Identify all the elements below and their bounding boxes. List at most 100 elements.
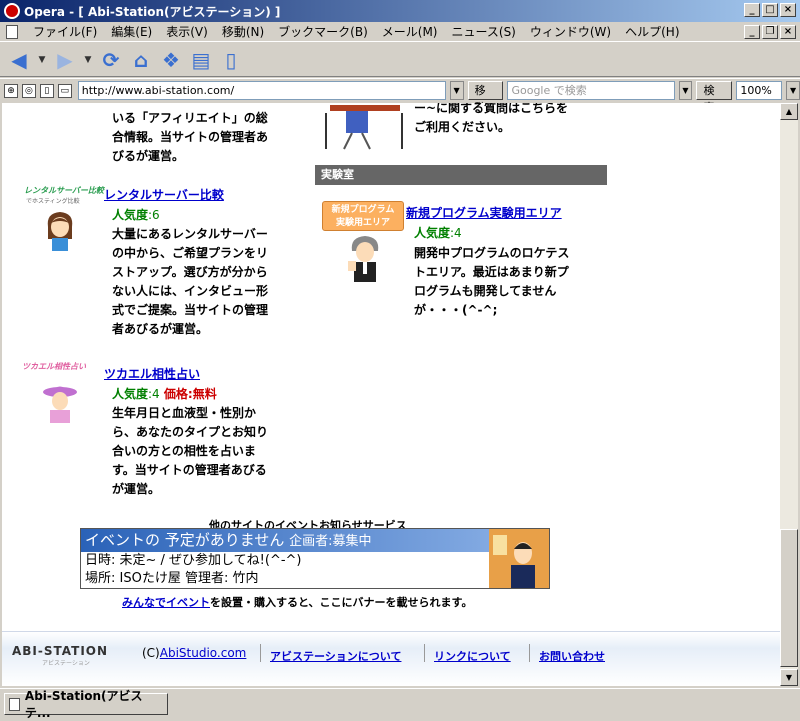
text-line: ー~に関する質問はこちらを bbox=[414, 103, 569, 115]
text-line: 合情報。当サイトの管理者あ bbox=[112, 130, 269, 144]
price-label: 価格 bbox=[163, 387, 188, 401]
abistudio-link[interactable]: AbiStudio.com bbox=[160, 646, 247, 660]
tag-line: 新規プログラム bbox=[331, 205, 395, 215]
url-input[interactable]: http://www.abi-station.com/ bbox=[77, 81, 446, 100]
support-illustration-icon bbox=[325, 105, 403, 150]
vertical-scrollbar[interactable]: ▲ ▼ bbox=[780, 103, 798, 686]
text-line: す。当サイトの管理者あびる bbox=[112, 463, 267, 477]
copy-icon[interactable]: ▭ bbox=[57, 83, 72, 98]
text-line: いる「アフィリエイト」の総 bbox=[112, 111, 268, 125]
zoom-dropdown-icon[interactable]: ▼ bbox=[786, 81, 800, 100]
page-viewport: いる「アフィリエイト」の総 合情報。当サイトの管理者あ びるが運営。 レンタルサ… bbox=[2, 103, 780, 686]
affiliate-desc: いる「アフィリエイト」の総 合情報。当サイトの管理者あ びるが運営。 bbox=[112, 109, 268, 166]
text-line: が運営。 bbox=[112, 482, 161, 496]
lab-tag-image[interactable]: 新規プログラム 実験用エリア bbox=[322, 201, 404, 231]
tsukaeru-popularity: 人気度:4 価格:無料 bbox=[112, 385, 217, 402]
scroll-down-icon[interactable]: ▼ bbox=[780, 669, 798, 686]
menu-file[interactable]: ファイル(F) bbox=[26, 23, 104, 40]
popularity-value: :4 bbox=[450, 226, 462, 240]
reload-icon[interactable]: ⟳ bbox=[98, 47, 124, 73]
text-line: 生年月日と血液型・性別か bbox=[112, 406, 257, 420]
menu-bookmarks[interactable]: ブックマーク(B) bbox=[271, 23, 375, 40]
footer-divider bbox=[529, 644, 530, 662]
back-icon[interactable]: ◀ bbox=[6, 47, 32, 73]
text-line: 式でご提案。当サイトの管理 bbox=[112, 303, 269, 317]
text-line: 大量にあるレンタルサーバー bbox=[112, 227, 268, 241]
document-icon[interactable]: ▯ bbox=[39, 83, 54, 98]
menu-news[interactable]: ニュース(S) bbox=[444, 23, 522, 40]
banner-head-sub: 企画者:募集中 bbox=[289, 534, 372, 549]
menu-edit[interactable]: 編集(E) bbox=[104, 23, 159, 40]
lab-desc: 開発中プログラムのロケテス トエリア。最近はあまり新プ ログラムも開発してません… bbox=[414, 244, 569, 320]
footer-link-contact[interactable]: お問い合わせ bbox=[539, 648, 605, 664]
popularity-value: :4 bbox=[148, 387, 160, 401]
text-line: が・・・(^-^; bbox=[414, 303, 498, 317]
support-desc: ー~に関する質問はこちらを ご利用ください。 bbox=[414, 103, 568, 137]
rental-logo[interactable]: レンタルサーバー比較 bbox=[24, 185, 104, 196]
text-line: ストアップ。選び方が分から bbox=[112, 265, 268, 279]
banner-note: みんなでイベントを設置・購入すると、ここにバナーを載せられます。 bbox=[122, 594, 472, 610]
text-line: びるが運営。 bbox=[112, 149, 185, 163]
tag-line: 実験用エリア bbox=[335, 218, 390, 228]
security-icon[interactable]: ⊕ bbox=[4, 83, 18, 98]
banner-note-text: を設置・購入すると、ここにバナーを載せられます。 bbox=[210, 596, 473, 609]
menu-view[interactable]: 表示(V) bbox=[159, 23, 215, 40]
footer-divider bbox=[424, 644, 425, 662]
text-line: ら、あなたのタイプとお知り bbox=[112, 425, 269, 439]
event-banner[interactable]: イベントの 予定がありません 企画者:募集中 日時: 未定~ / ぜひ参加してね… bbox=[80, 528, 550, 589]
page-tab[interactable]: Abi-Station(アビステ... bbox=[4, 689, 168, 720]
menu-mail[interactable]: メール(M) bbox=[375, 23, 445, 40]
opera-logo-icon bbox=[4, 3, 20, 19]
forward-icon[interactable]: ▶ bbox=[52, 47, 78, 73]
text-line: トエリア。最近はあまり新プ bbox=[414, 265, 569, 279]
footer-link-links[interactable]: リンクについて bbox=[434, 648, 511, 664]
scroll-up-icon[interactable]: ▲ bbox=[780, 103, 798, 120]
lab-link[interactable]: 新規プログラム実験用エリア bbox=[406, 204, 562, 221]
close-button[interactable]: × bbox=[780, 3, 796, 17]
scroll-thumb[interactable] bbox=[780, 529, 798, 667]
rental-link[interactable]: レンタルサーバー比較 bbox=[104, 186, 224, 203]
text-line: の中から、ご希望プランをリ bbox=[112, 246, 269, 260]
text-line: ない人には、インタビュー形 bbox=[112, 284, 269, 298]
lab-popularity: 人気度:4 bbox=[414, 224, 462, 241]
menu-window[interactable]: ウィンドウ(W) bbox=[523, 23, 618, 40]
back-history-icon[interactable]: ▼ bbox=[36, 47, 48, 73]
footer-logo[interactable]: ABI-STATION bbox=[12, 644, 108, 658]
banner-head: イベントの 予定がありません 企画者:募集中 bbox=[81, 529, 549, 552]
print-icon[interactable]: ▤ bbox=[188, 47, 214, 73]
tsukaeru-link[interactable]: ツカエル相性占い bbox=[104, 365, 200, 382]
search-button[interactable]: 検索 bbox=[696, 81, 733, 114]
minimize-button[interactable]: _ bbox=[744, 3, 760, 17]
url-dropdown-icon[interactable]: ▼ bbox=[449, 81, 464, 100]
page-doc-icon[interactable]: ▯ bbox=[218, 47, 244, 73]
text-line: 合いの方との相性を占いま bbox=[112, 444, 256, 458]
info-icon[interactable]: ◎ bbox=[21, 83, 36, 98]
menu-help[interactable]: ヘルプ(H) bbox=[618, 23, 686, 40]
footer-link-about[interactable]: アビステーションについて bbox=[270, 648, 401, 664]
copyright-prefix: (C) bbox=[142, 646, 160, 660]
menu-bar: ファイル(F) 編集(E) 表示(V) 移動(N) ブックマーク(B) メール(… bbox=[0, 22, 800, 42]
go-button[interactable]: 移動 bbox=[467, 81, 504, 114]
maximize-button[interactable]: □ bbox=[762, 3, 778, 17]
home-icon[interactable]: ⌂ bbox=[128, 47, 154, 73]
address-bar: ⊕ ◎ ▯ ▭ http://www.abi-station.com/ ▼ 移動… bbox=[0, 78, 800, 114]
banner-date-line: 日時: 未定~ / ぜひ参加してね!(^-^) bbox=[85, 553, 302, 568]
search-input[interactable]: Google で検索 bbox=[507, 81, 675, 100]
search-dropdown-icon[interactable]: ▼ bbox=[678, 81, 693, 100]
text-line: ご利用ください。 bbox=[414, 120, 511, 134]
doc-close-button[interactable]: × bbox=[780, 25, 796, 39]
page-icon bbox=[6, 24, 18, 39]
tab-bar: Abi-Station(アビステ... bbox=[0, 688, 800, 720]
menu-navigate[interactable]: 移動(N) bbox=[215, 23, 271, 40]
rental-avatar-icon bbox=[47, 212, 73, 251]
tsukaeru-logo[interactable]: ツカエル相性占い bbox=[22, 361, 86, 372]
doc-minimize-button[interactable]: _ bbox=[744, 25, 760, 39]
text-line: 者あびるが運営。 bbox=[112, 322, 209, 336]
window-controls: _ □ × bbox=[744, 3, 796, 17]
minnade-event-link[interactable]: みんなでイベント bbox=[122, 596, 210, 609]
document-window-controls: _ ❐ × bbox=[744, 25, 796, 39]
forward-history-icon[interactable]: ▼ bbox=[82, 47, 94, 73]
bookmark-icon[interactable]: ❖ bbox=[158, 47, 184, 73]
zoom-field[interactable]: 100% bbox=[736, 81, 783, 100]
doc-restore-button[interactable]: ❐ bbox=[762, 25, 778, 39]
